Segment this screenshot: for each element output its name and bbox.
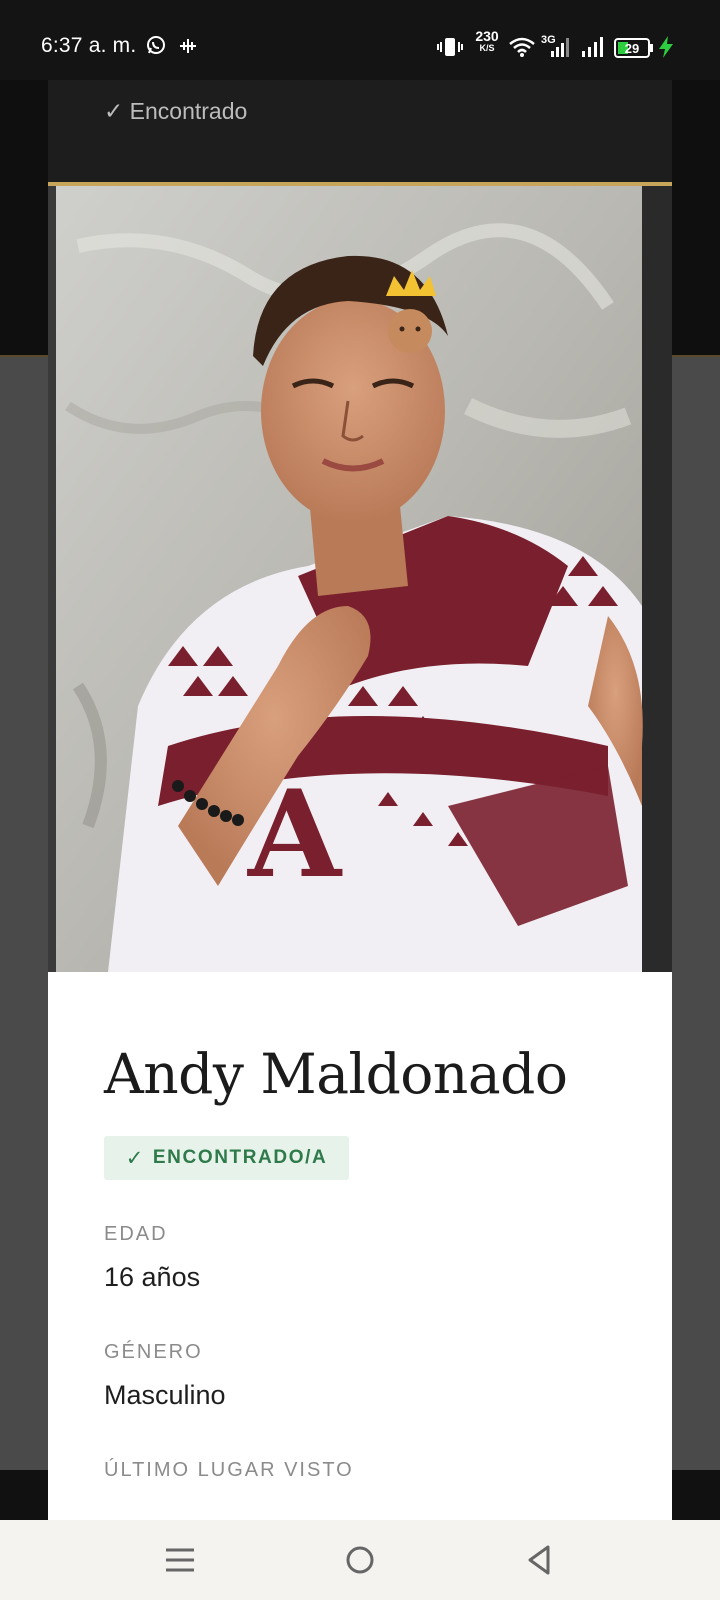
profile-photo[interactable]: A bbox=[48, 186, 672, 972]
found-status-text: ✓ Encontrado bbox=[104, 98, 248, 124]
vibrate-icon bbox=[437, 38, 463, 56]
whatsapp-icon bbox=[147, 36, 165, 54]
charging-bolt-icon bbox=[659, 36, 673, 58]
menu-icon[interactable] bbox=[162, 1542, 198, 1578]
profile-info-card: Andy Maldonado ✓ ENCONTRADO/A EDAD 16 añ… bbox=[48, 972, 672, 1520]
last-seen-label: ÚLTIMO LUGAR VISTO bbox=[104, 1459, 354, 1481]
photo-image: A bbox=[48, 186, 672, 972]
back-icon[interactable] bbox=[522, 1542, 558, 1578]
svg-text:3G: 3G bbox=[541, 34, 556, 46]
signal-icon bbox=[582, 37, 603, 57]
battery-icon: 29 bbox=[614, 38, 653, 58]
status-badge: ✓ ENCONTRADO/A bbox=[104, 1136, 349, 1180]
status-badge-label: ENCONTRADO/A bbox=[152, 1147, 328, 1168]
home-icon[interactable] bbox=[342, 1542, 378, 1578]
wifi-icon bbox=[509, 37, 535, 57]
status-bar: 6:37 a. m. 230 K/S 3G 29 bbox=[0, 0, 720, 80]
header-card: ✓ Encontrado bbox=[48, 80, 672, 182]
age-label: EDAD bbox=[104, 1223, 168, 1245]
audio-wave-icon bbox=[180, 39, 196, 53]
status-time: 6:37 a. m. bbox=[41, 34, 137, 57]
svg-text:29: 29 bbox=[625, 41, 639, 56]
network-speed: 230 K/S bbox=[475, 28, 499, 53]
age-value: 16 años bbox=[104, 1262, 201, 1292]
person-name: Andy Maldonado bbox=[104, 1042, 568, 1106]
navigation-bar bbox=[0, 1520, 720, 1600]
signal-3g-icon: 3G bbox=[541, 34, 569, 57]
gender-value: Masculino bbox=[104, 1380, 226, 1410]
check-icon: ✓ bbox=[125, 1146, 145, 1170]
gender-label: GÉNERO bbox=[104, 1341, 203, 1363]
